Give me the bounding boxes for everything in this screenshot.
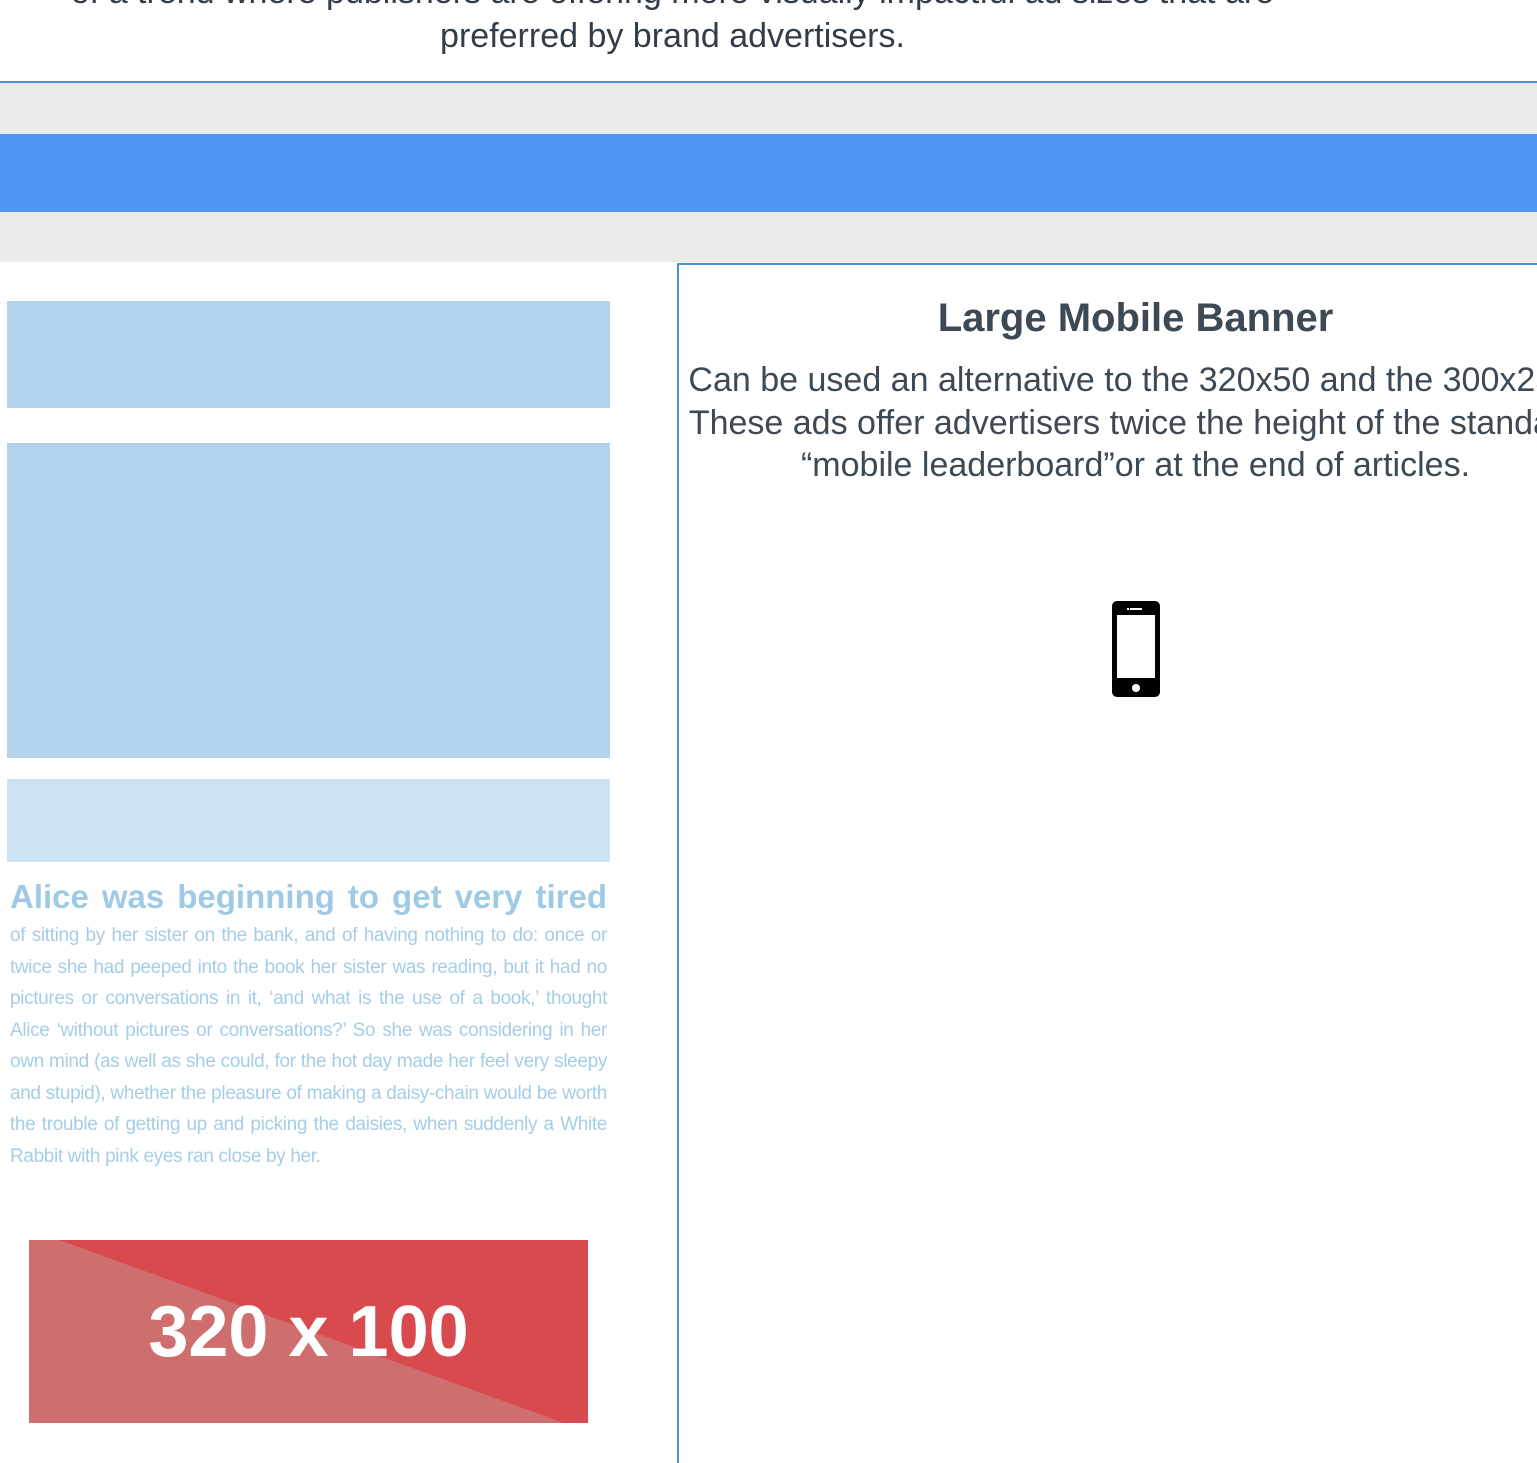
content-placeholder-strip <box>7 779 610 862</box>
mobile-page-mockup: Alice was beginning to get very tired of… <box>0 262 676 1445</box>
article-body: of sitting by her sister on the bank, an… <box>10 925 607 1167</box>
ad-format-info-panel: Large Mobile Banner Can be used an alter… <box>677 263 1537 1463</box>
blue-header-bar <box>0 134 1537 212</box>
content-placeholder-top <box>7 301 610 408</box>
ad-format-description: Can be used an alternative to the 320x50… <box>679 359 1537 487</box>
ad-format-title: Large Mobile Banner <box>937 296 1334 340</box>
article-title: Alice was beginning to get very tired <box>10 878 607 915</box>
intro-line-2: preferred by brand advertisers. <box>440 17 905 55</box>
content-placeholder-image <box>7 443 610 758</box>
intro-line-1: of a trend where publishers are offering… <box>0 0 1345 14</box>
ad-size-label: 320 x 100 <box>148 1291 469 1372</box>
description-line-2: These ads offer advertisers twice the he… <box>688 403 1537 485</box>
description-line-1: Can be used an alternative to the 320x50… <box>688 361 1537 399</box>
ad-banner-320x100[interactable]: 320 x 100 <box>29 1240 588 1423</box>
intro-text: of a trend where publishers are offering… <box>0 0 1345 58</box>
smartphone-icon <box>1112 601 1160 697</box>
